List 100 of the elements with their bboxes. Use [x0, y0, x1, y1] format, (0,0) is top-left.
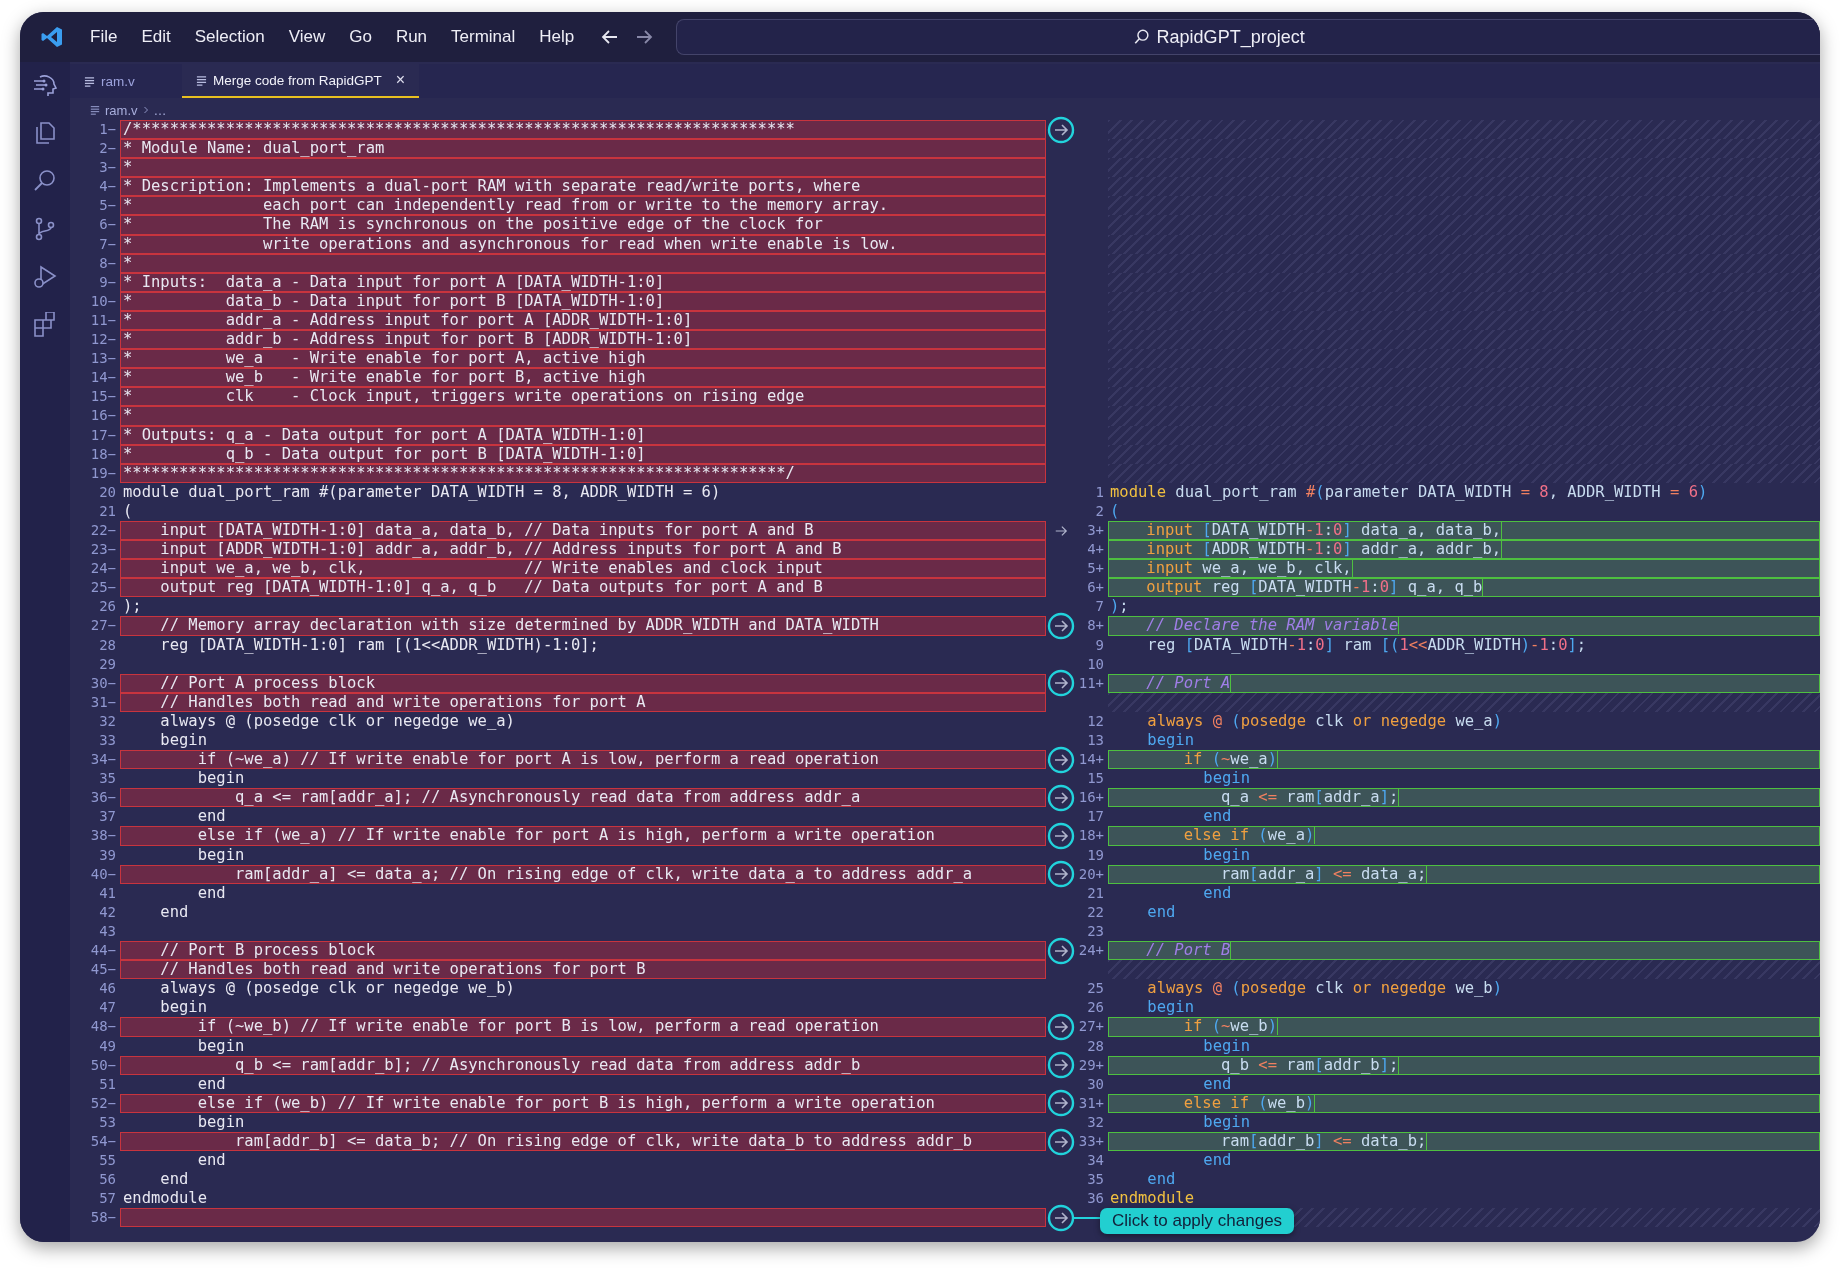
apply-change-button[interactable] [1047, 1089, 1075, 1118]
apply-change-button[interactable] [1047, 1127, 1075, 1156]
line-number: 47 [98, 998, 117, 1018]
code-line: end [159, 1170, 190, 1190]
editor-tab[interactable]: Merge code from RapidGPT × [182, 64, 420, 98]
code-line: begin [196, 769, 246, 789]
line-number: 10 [1086, 654, 1105, 674]
line-number: 39 [98, 845, 117, 865]
code-line: end [196, 807, 227, 827]
apply-change-button[interactable] [1047, 1203, 1075, 1232]
apply-change-button[interactable] [1047, 1012, 1075, 1041]
code-line: ( [1109, 501, 1121, 521]
code-line: endmodule [122, 1189, 208, 1209]
line-number: 5− [98, 196, 117, 216]
line-number: 19 [1086, 845, 1105, 865]
code-line: begin [196, 1036, 246, 1056]
close-icon[interactable]: × [395, 71, 406, 89]
line-number: 42 [98, 902, 117, 922]
line-number: 37 [98, 807, 117, 827]
line-number: 19− [89, 463, 117, 483]
line-number: 12− [89, 330, 117, 350]
apply-change-button[interactable] [1047, 115, 1075, 144]
apply-change-button[interactable] [1047, 745, 1075, 774]
line-number: 33 [98, 731, 117, 750]
line-number: 24− [89, 559, 117, 579]
head-circuit-icon[interactable] [32, 72, 58, 98]
menu-item[interactable]: Help [527, 27, 587, 47]
line-number: 32 [98, 711, 117, 731]
line-number: 16− [89, 406, 117, 426]
line-number: 54− [89, 1131, 117, 1151]
line-number: 7− [98, 234, 117, 254]
line-number: 10− [89, 291, 117, 311]
code-line: end [159, 902, 190, 922]
line-number: 23 [1086, 921, 1105, 941]
line-number: 9 [1094, 635, 1105, 655]
line-number: 33+ [1077, 1131, 1105, 1151]
breadcrumb-item[interactable]: ram.v [105, 102, 138, 118]
menu-item[interactable]: Selection [182, 27, 277, 47]
apply-change-button[interactable] [1047, 822, 1075, 850]
code-line: begin [1202, 845, 1251, 865]
line-number: 13 [1086, 731, 1105, 750]
line-number: 7 [1094, 597, 1105, 617]
menu-item[interactable]: View [276, 27, 338, 47]
line-number: 56 [98, 1170, 117, 1190]
code-line: always @ (posedge clk or negedge we_b) [159, 979, 516, 999]
code-line: end [1202, 883, 1233, 903]
line-number: 4− [98, 177, 117, 197]
line-number: 38− [89, 826, 117, 846]
apply-change-button[interactable] [1047, 936, 1075, 965]
menu-item[interactable]: Terminal [439, 27, 528, 47]
line-number: 9− [98, 272, 117, 292]
line-number: 51 [98, 1074, 117, 1094]
line-number: 2− [98, 139, 117, 159]
apply-change-button[interactable] [1047, 1051, 1075, 1080]
menu-item[interactable]: File [78, 27, 130, 47]
line-number: 52− [89, 1093, 117, 1113]
menu-item[interactable]: Go [337, 27, 384, 47]
line-number: 8− [98, 253, 117, 273]
breadcrumb-item[interactable]: … [153, 102, 167, 118]
line-number: 23− [89, 540, 117, 560]
line-number: 15 [1086, 769, 1105, 789]
code-line: ( [122, 501, 134, 521]
apply-change-button[interactable] [1047, 860, 1075, 889]
line-number: 11+ [1077, 673, 1105, 693]
line-number: 6+ [1086, 578, 1105, 598]
line-number: 45− [89, 960, 117, 980]
apply-change-button[interactable] [1047, 783, 1075, 812]
line-number: 44− [89, 941, 117, 961]
line-number: 48− [89, 1017, 117, 1037]
line-number: 16+ [1077, 788, 1105, 808]
arrow-right-icon[interactable] [1054, 523, 1068, 538]
apply-change-button[interactable] [1047, 612, 1075, 640]
menu-item[interactable]: Edit [129, 27, 183, 47]
menu-item[interactable]: Run [383, 27, 440, 47]
code-line: begin [159, 731, 208, 751]
line-number: 24+ [1077, 941, 1105, 961]
file-lines-icon [196, 74, 207, 86]
line-number: 55 [98, 1151, 117, 1171]
code-line: end [1146, 1170, 1177, 1190]
line-number: 20+ [1077, 864, 1105, 884]
line-number: 27+ [1077, 1017, 1105, 1037]
code-line: begin [159, 998, 208, 1018]
code-line: end [1202, 1151, 1233, 1171]
code-line: module dual_port_ram #(parameter DATA_WIDTH = 8, ADDR_WIDTH = 6) [122, 482, 722, 502]
search-field[interactable]: RapidGPT_project [676, 19, 1820, 55]
extensions-icon[interactable] [32, 312, 58, 338]
tooltip: Click to apply changes [1100, 1208, 1295, 1235]
code-line: endmodule [1109, 1189, 1195, 1209]
line-number: 14− [89, 368, 117, 388]
code-line: reg [DATA_WIDTH-1:0] ram [(1<<ADDR_WIDTH)-1:0]; [1146, 635, 1588, 655]
code-line: always @ (posedge clk or negedge we_b) [1146, 979, 1504, 999]
run-debug-icon[interactable] [32, 264, 58, 290]
chevron-icon [142, 105, 149, 115]
apply-change-button[interactable] [1047, 669, 1075, 698]
line-number: 8+ [1086, 616, 1105, 636]
line-number: 34 [1086, 1151, 1105, 1171]
code-line: always @ (posedge clk or negedge we_a) [159, 711, 516, 731]
code-line: begin [1202, 1036, 1251, 1056]
line-number: 1− [98, 120, 117, 139]
file-lines-icon [90, 105, 100, 115]
